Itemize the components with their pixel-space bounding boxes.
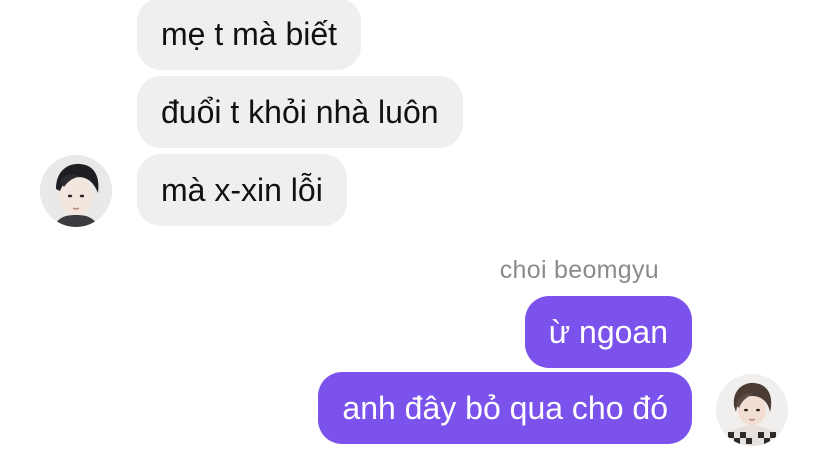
contact-avatar[interactable] [40,155,112,227]
incoming-message-bubble[interactable]: đuổi t khỏi nhà luôn [137,76,463,148]
sender-avatar[interactable] [716,374,788,446]
profile-photo-icon [716,374,788,446]
profile-photo-icon [40,155,112,227]
incoming-message-bubble[interactable]: mà x-xin lỗi [137,154,347,226]
sender-name: choi beomgyu [499,256,659,284]
outgoing-message-bubble[interactable]: anh đây bỏ qua cho đó [318,372,692,444]
incoming-message-bubble[interactable]: mẹ t mà biết [137,0,362,70]
chat-thread: mẹ t mà biết đuổi t khỏi nhà luôn mà x-x… [0,0,828,457]
outgoing-message-bubble[interactable]: ừ ngoan [524,296,692,368]
